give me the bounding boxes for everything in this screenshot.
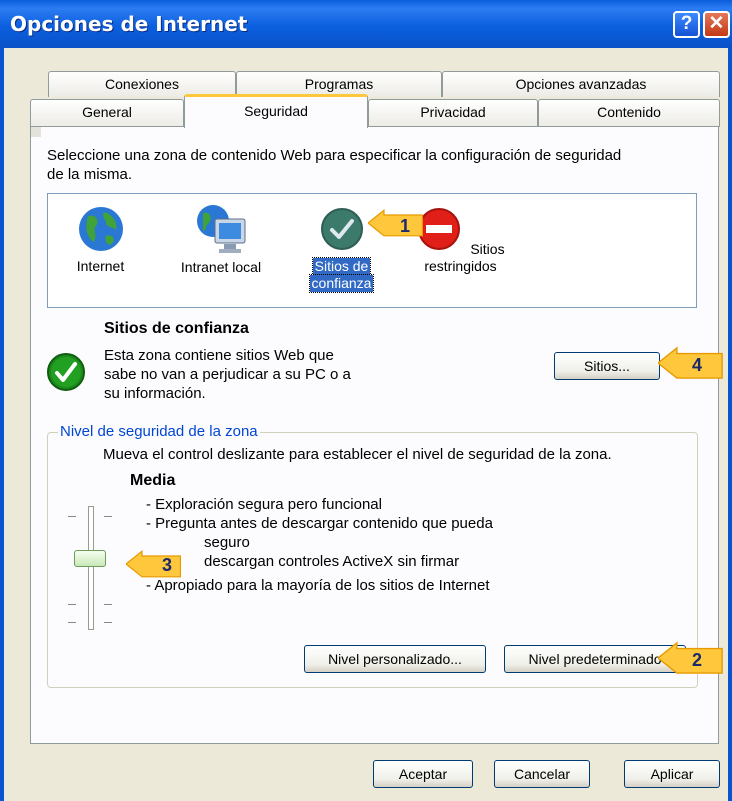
default-level-button-label: Nivel predeterminado (528, 651, 662, 667)
callout-arrow-icon (126, 549, 181, 578)
callout-4-number: 4 (692, 355, 703, 375)
level-bullet-3: seguro (204, 534, 250, 551)
slider-tick (68, 604, 76, 605)
zone-sitios-restringidos[interactable]: Sitios restringidos (413, 204, 508, 275)
zone-desc-line-2: sabe no van a perjudicar a su PC o a (104, 366, 351, 383)
ok-button-label: Aceptar (398, 766, 448, 782)
slider-track (88, 506, 94, 630)
slider-tick (104, 516, 112, 517)
callout-2-number: 2 (692, 650, 703, 670)
apply-button[interactable]: Aplicar (624, 760, 720, 788)
level-name: Media (130, 472, 176, 489)
trusted-check-icon (47, 353, 85, 391)
level-bullet-1: - Exploración segura pero funcional (146, 496, 382, 513)
internet-options-dialog: Opciones de Internet ? ✕ Conexiones Prog… (0, 0, 732, 801)
cancel-button-label: Cancelar (513, 766, 571, 782)
instruction-line-2: de la misma. (47, 166, 133, 183)
level-bullet-2: - Pregunta antes de descargar contenido … (146, 515, 493, 532)
level-bullet-5: - Apropiado para la mayoría de los sitio… (146, 577, 490, 594)
custom-level-button-label: Nivel personalizado... (328, 651, 462, 667)
zone-label: Sitios (470, 241, 505, 257)
slider-tick (104, 622, 112, 623)
level-bullet-4: descargan controles ActiveX sin firmar (204, 553, 460, 570)
callout-arrow-icon (658, 346, 723, 379)
callout-arrow-icon (368, 208, 423, 237)
intranet-icon (197, 205, 246, 253)
cancel-button[interactable]: Cancelar (494, 760, 590, 788)
slider-tick (68, 516, 76, 517)
slider-thumb[interactable] (74, 550, 106, 567)
sites-button-label: Sitios... (584, 358, 630, 374)
globe-icon (78, 207, 123, 251)
slider-tick (104, 604, 112, 605)
zone-desc-line-1: Esta zona contiene sitios Web que (104, 347, 334, 364)
zone-label: Intranet local (180, 259, 262, 275)
selected-zone-title: Sitios de confianza (104, 320, 249, 337)
custom-level-button[interactable]: Nivel personalizado... (304, 645, 486, 673)
zone-label: restringidos (424, 258, 497, 274)
zone-label: Sitios de (311, 257, 372, 276)
callout-arrow-icon (658, 641, 723, 674)
slider-tick (68, 622, 76, 623)
callout-1-number: 1 (400, 216, 411, 236)
apply-button-label: Aplicar (650, 766, 694, 782)
instruction-line-1: Seleccione una zona de contenido Web par… (47, 147, 622, 164)
callout-3-number: 3 (162, 555, 173, 575)
sites-button[interactable]: Sitios... (554, 352, 660, 380)
zone-desc-line-3: su información. (104, 385, 206, 402)
zone-label: Internet (76, 258, 125, 274)
zone-internet[interactable]: Internet (53, 204, 148, 275)
ok-button[interactable]: Aceptar (373, 760, 473, 788)
zone-intranet-local[interactable]: Intranet local (166, 201, 276, 276)
slider-instruction: Mueva el control deslizante para estable… (103, 446, 612, 463)
security-level-group-label: Nivel de seguridad de la zona (58, 423, 260, 440)
security-slider[interactable] (60, 500, 120, 640)
zone-label: confianza (308, 274, 375, 293)
trusted-check-icon (320, 208, 363, 250)
